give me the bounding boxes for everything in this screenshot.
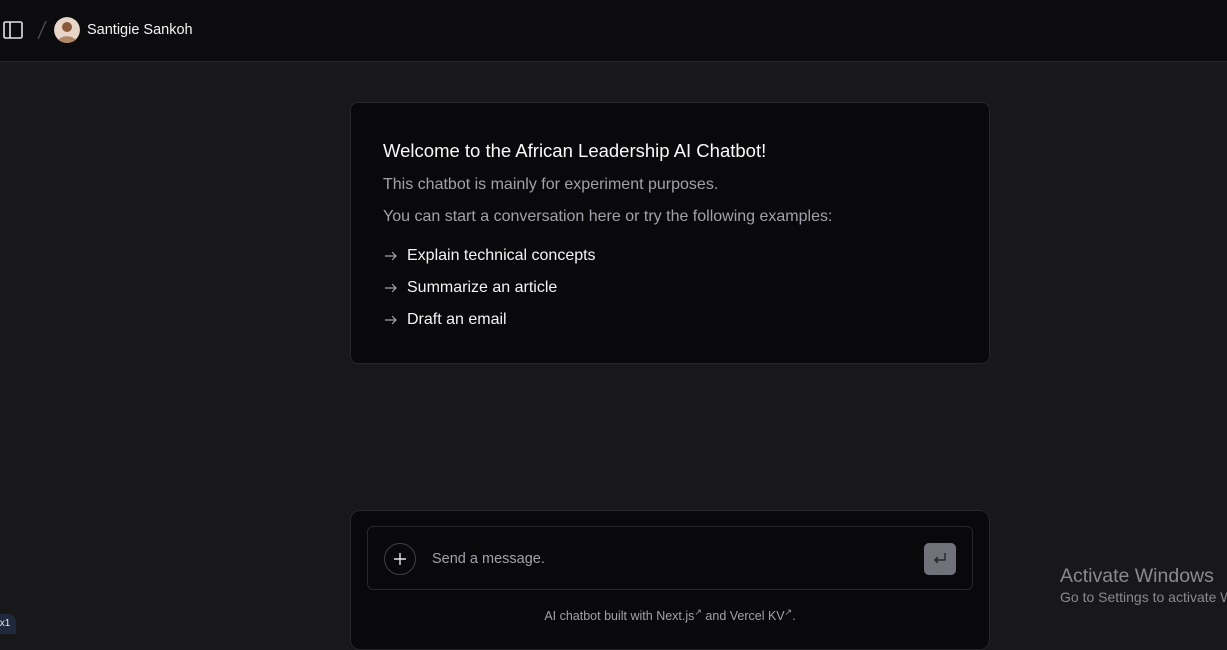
plus-icon xyxy=(394,553,406,565)
example-prompt-button[interactable]: Summarize an article xyxy=(383,277,557,299)
nextjs-link[interactable]: Next.js xyxy=(656,609,694,623)
send-button[interactable] xyxy=(924,543,956,575)
footer-prefix: AI chatbot built with xyxy=(544,609,657,624)
example-prompt-button[interactable]: Draft an email xyxy=(383,309,507,331)
example-prompt-label: Summarize an article xyxy=(407,279,558,296)
composer-panel: AI chatbot built with Next.js↗ and Verce… xyxy=(350,510,990,650)
enter-icon xyxy=(934,553,946,564)
new-chat-button[interactable] xyxy=(384,543,416,575)
top-bar: Santigie Sankoh xyxy=(0,0,1227,62)
corner-badge: x1 xyxy=(0,614,16,634)
example-prompt-label: Explain technical concepts xyxy=(407,247,596,264)
footer-middle: and xyxy=(701,609,730,624)
footer-suffix: . xyxy=(792,609,796,624)
vercel-kv-link[interactable]: Vercel KV xyxy=(730,609,785,623)
message-input[interactable] xyxy=(432,545,902,573)
welcome-title: Welcome to the African Leadership AI Cha… xyxy=(383,140,767,161)
arrow-right-icon xyxy=(383,280,399,296)
activate-windows-watermark: Activate Windows Go to Settings to activ… xyxy=(1060,564,1227,606)
arrow-right-icon xyxy=(383,248,399,264)
welcome-instructions: You can start a conversation here or try… xyxy=(383,208,833,225)
arrow-right-icon xyxy=(383,312,399,328)
external-link-icon: ↗ xyxy=(694,607,702,617)
slash-icon xyxy=(37,20,47,40)
welcome-card: Welcome to the African Leadership AI Cha… xyxy=(350,102,990,364)
sidebar-toggle-icon xyxy=(3,21,23,39)
sidebar-toggle-button[interactable] xyxy=(2,19,24,41)
message-composer xyxy=(367,526,973,590)
footer-note: AI chatbot built with Next.js↗ and Verce… xyxy=(351,607,989,623)
welcome-description: This chatbot is mainly for experiment pu… xyxy=(383,176,719,193)
example-prompt-label: Draft an email xyxy=(407,311,507,328)
example-prompt-button[interactable]: Explain technical concepts xyxy=(383,245,596,267)
watermark-subtitle: Go to Settings to activate Windows. xyxy=(1060,589,1227,605)
watermark-title: Activate Windows xyxy=(1060,565,1214,587)
user-name[interactable]: Santigie Sankoh xyxy=(87,21,193,39)
user-avatar[interactable] xyxy=(54,17,80,43)
